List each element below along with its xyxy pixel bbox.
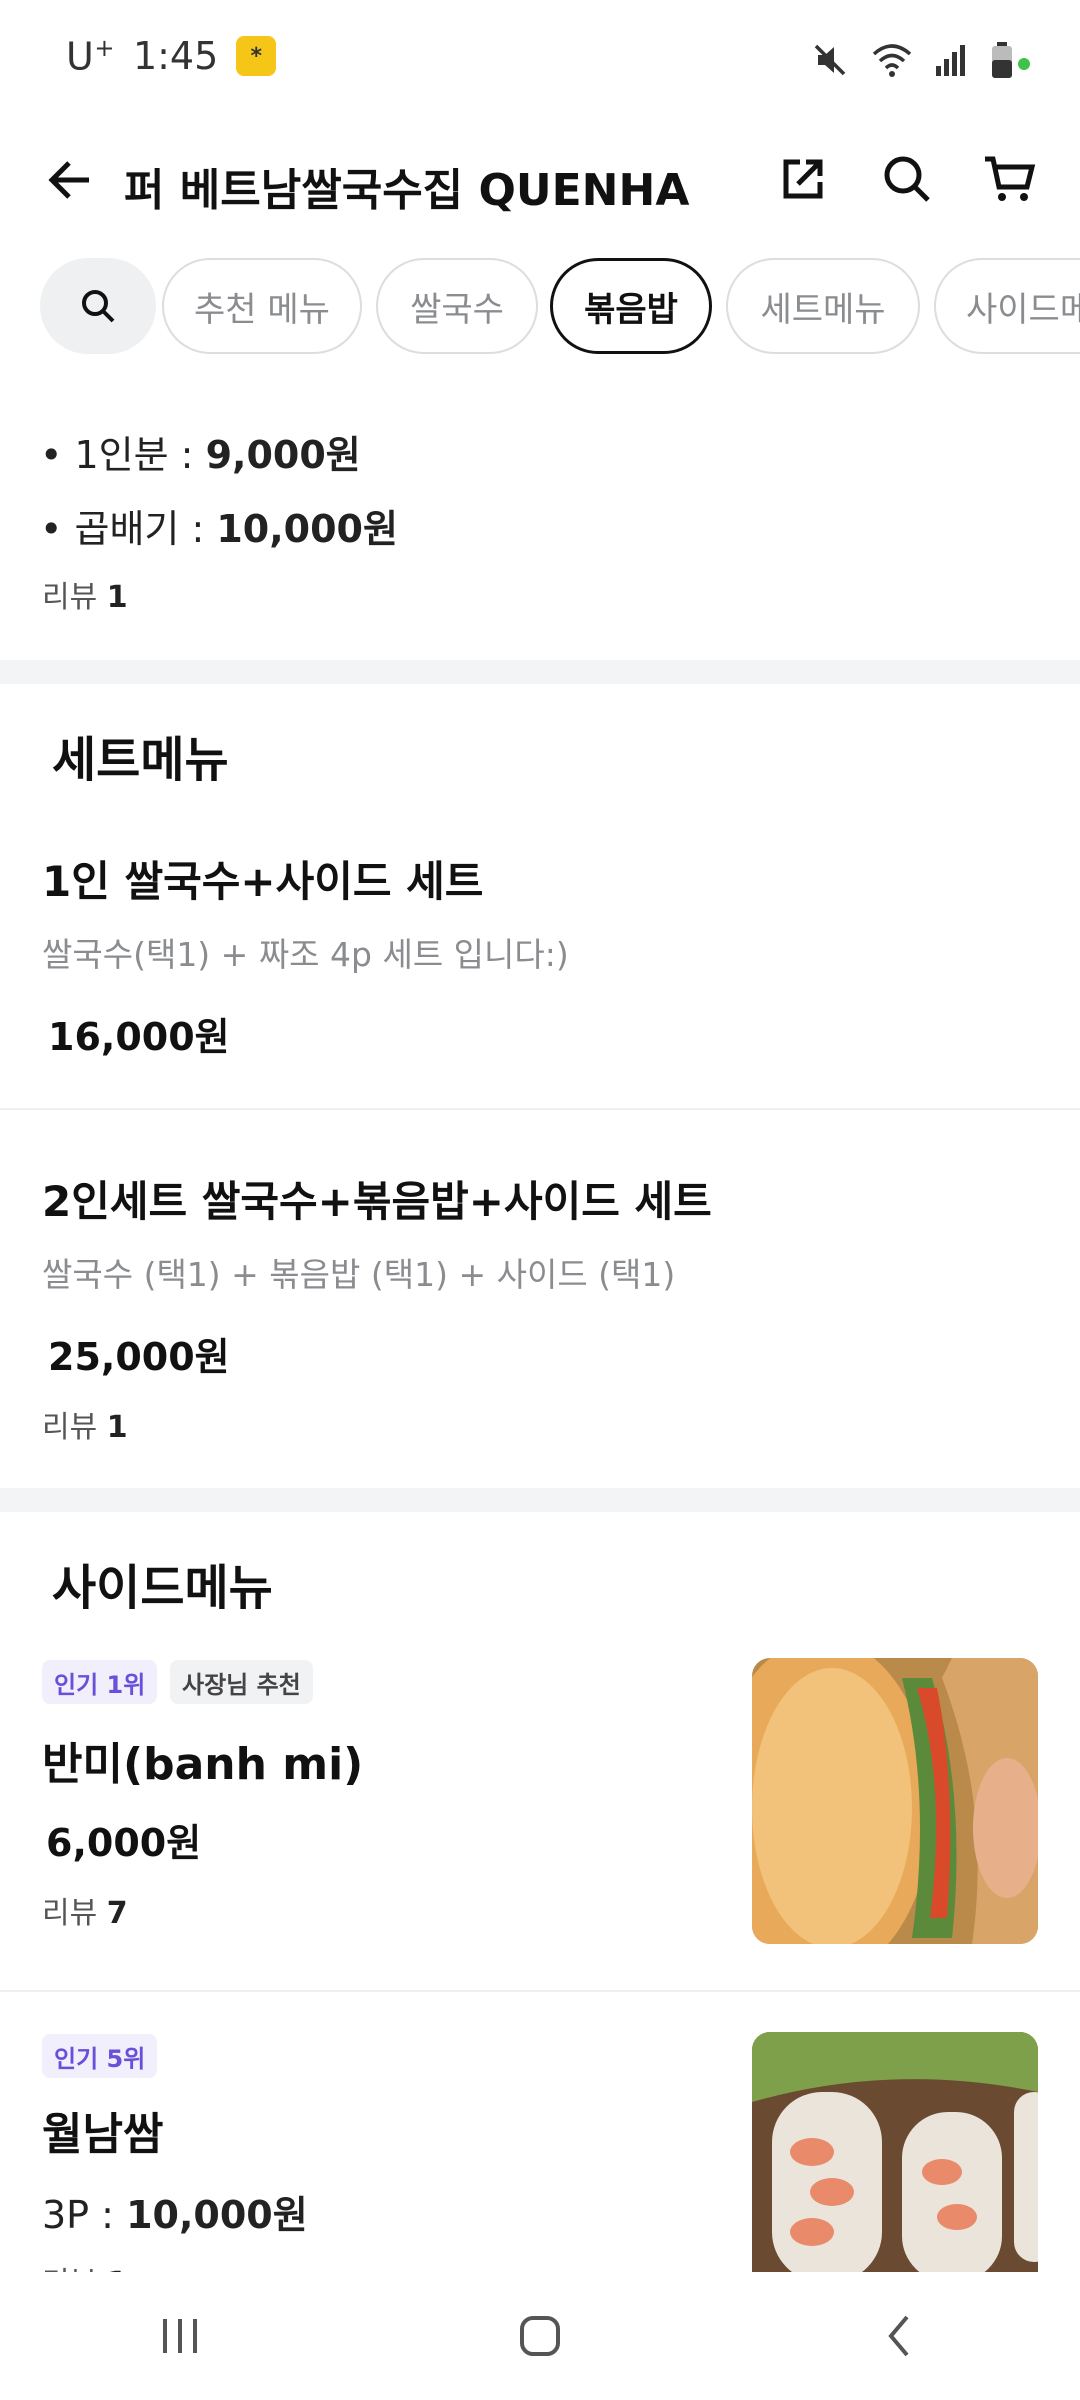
back-chevron-icon: [888, 2315, 909, 2357]
home-icon: [520, 2316, 560, 2356]
recent-apps-button[interactable]: [120, 2291, 240, 2381]
section-divider: [0, 660, 1080, 684]
review-count: 리뷰 1: [42, 1410, 128, 1445]
clock: 1:45: [132, 34, 219, 79]
review-count: 리뷰 7: [42, 1896, 128, 1931]
cart-icon: [985, 156, 1036, 201]
tab-pho[interactable]: 쌀국수: [376, 258, 538, 354]
back-arrow-icon: [48, 161, 89, 199]
home-button[interactable]: [480, 2291, 600, 2381]
section-title-set-menu: 세트메뉴: [52, 732, 229, 788]
search-icon: [884, 156, 930, 202]
header-search-button[interactable]: [872, 144, 942, 214]
menu-item-price: 16,000원: [48, 1015, 230, 1059]
review-count: 리뷰 1: [42, 580, 128, 615]
item-divider: [0, 1108, 1080, 1110]
category-tab-bar: 추천 메뉴 쌀국수 볶음밥 세트메뉴 사이드메뉴: [0, 252, 1080, 362]
spring-roll-photo[interactable]: [752, 2032, 1038, 2272]
back-nav-button[interactable]: [840, 2291, 960, 2381]
menu-item-price: 6,000원: [46, 1821, 202, 1865]
category-search-button[interactable]: [40, 258, 156, 354]
status-bar: U+ 1:45 *: [0, 0, 1080, 120]
wifi-icon: [872, 44, 912, 77]
owner-recommend-badge: 사장님 추천: [170, 1660, 313, 1704]
menu-item-name: 2인세트 쌀국수+볶음밥+사이드 세트: [42, 1177, 712, 1226]
share-button[interactable]: [768, 144, 838, 214]
menu-item-price: 25,000원: [48, 1335, 230, 1379]
section-divider: [0, 1488, 1080, 1512]
mute-icon: [814, 44, 846, 76]
menu-item-name: 반미(banh mi): [42, 1739, 364, 1790]
option-line: • 곱배기 : 10,000원: [40, 507, 398, 551]
carrier-label: U+: [66, 34, 115, 79]
tab-side-menu[interactable]: 사이드메뉴: [934, 258, 1080, 354]
popularity-badge: 인기 5위: [42, 2034, 158, 2078]
app-header: 퍼 베트남쌀국수집 QUENHA: [0, 120, 1080, 250]
system-nav-bar: [0, 2272, 1080, 2400]
signal-icon: [936, 45, 965, 76]
menu-item-name: 1인 쌀국수+사이드 세트: [42, 857, 484, 906]
option-line: • 1인분 : 9,000원: [40, 433, 361, 477]
search-icon: [82, 290, 115, 323]
banh-mi-photo[interactable]: [752, 1658, 1038, 1944]
review-count: 리뷰 1: [42, 2258, 128, 2272]
item-divider: [0, 1990, 1080, 1992]
status-right: [810, 40, 1032, 80]
menu-item-description: 쌀국수 (택1) + 볶음밥 (택1) + 사이드 (택1): [42, 1255, 676, 1294]
status-left: U+ 1:45 *: [66, 34, 277, 79]
tab-fried-rice[interactable]: 볶음밥: [550, 258, 712, 354]
menu-content[interactable]: • 1인분 : 9,000원 • 곱배기 : 10,000원 리뷰 1 세트메뉴…: [0, 362, 1080, 2272]
popularity-badge: 인기 1위: [42, 1660, 158, 1704]
notification-app-icon: *: [236, 36, 277, 77]
tab-set-menu[interactable]: 세트메뉴: [726, 258, 920, 354]
share-icon: [783, 159, 823, 199]
menu-item-name: 월남쌈: [42, 2109, 164, 2160]
battery-icon: [992, 42, 1030, 78]
store-title: 퍼 베트남쌀국수집 QUENHA: [124, 165, 690, 216]
section-title-side-menu: 사이드메뉴: [52, 1560, 273, 1616]
menu-item-price: 3P : 10,000원: [42, 2193, 308, 2237]
cart-button[interactable]: [974, 144, 1044, 214]
back-button[interactable]: [40, 140, 100, 220]
recent-apps-icon: [163, 2319, 197, 2353]
tab-recommended[interactable]: 추천 메뉴: [162, 258, 362, 354]
menu-item-description: 쌀국수(택1) + 짜조 4p 세트 입니다:): [42, 935, 569, 974]
